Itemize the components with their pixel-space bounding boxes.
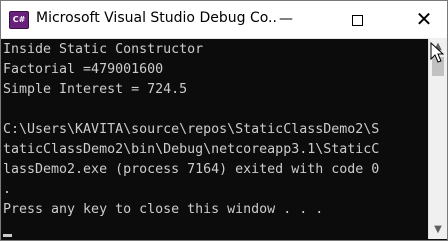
maximize-button[interactable] <box>334 1 380 38</box>
console-line: taticClassDemo2\bin\Debug\netcoreapp3.1\… <box>3 142 380 157</box>
scroll-up-arrow-icon[interactable]: ▲ <box>429 38 447 56</box>
console-line: lassDemo2.exe (process 7164) exited with… <box>3 162 380 177</box>
console-line: Simple Interest = 724.5 <box>3 82 188 97</box>
console-line: . <box>3 182 12 197</box>
window-title: Microsoft Visual Studio Debug Co... <box>36 10 276 26</box>
console-line: Inside Static Constructor <box>3 42 204 57</box>
console-line: C:\Users\KAVITA\source\repos\StaticClass… <box>3 122 380 137</box>
vertical-scrollbar[interactable]: ▲ ▼ <box>428 38 447 239</box>
close-icon: ✕ <box>415 7 433 31</box>
console-output[interactable]: Inside Static Constructor Factorial =479… <box>1 39 429 240</box>
maximize-icon <box>351 15 363 26</box>
close-button[interactable]: ✕ <box>401 1 447 38</box>
console-line: Press any key to close this window . . . <box>3 202 324 217</box>
minimize-button[interactable]: — <box>263 1 309 38</box>
text-cursor <box>3 234 12 237</box>
title-bar[interactable]: C# Microsoft Visual Studio Debug Co... —… <box>1 1 447 39</box>
console-window: C# Microsoft Visual Studio Debug Co... —… <box>0 0 448 241</box>
scroll-down-arrow-icon[interactable]: ▼ <box>429 221 447 239</box>
console-line: Factorial =479001600 <box>3 62 164 77</box>
minimize-icon: — <box>279 11 293 27</box>
scroll-thumb[interactable] <box>432 57 444 76</box>
visual-studio-app-icon: C# <box>9 11 29 29</box>
